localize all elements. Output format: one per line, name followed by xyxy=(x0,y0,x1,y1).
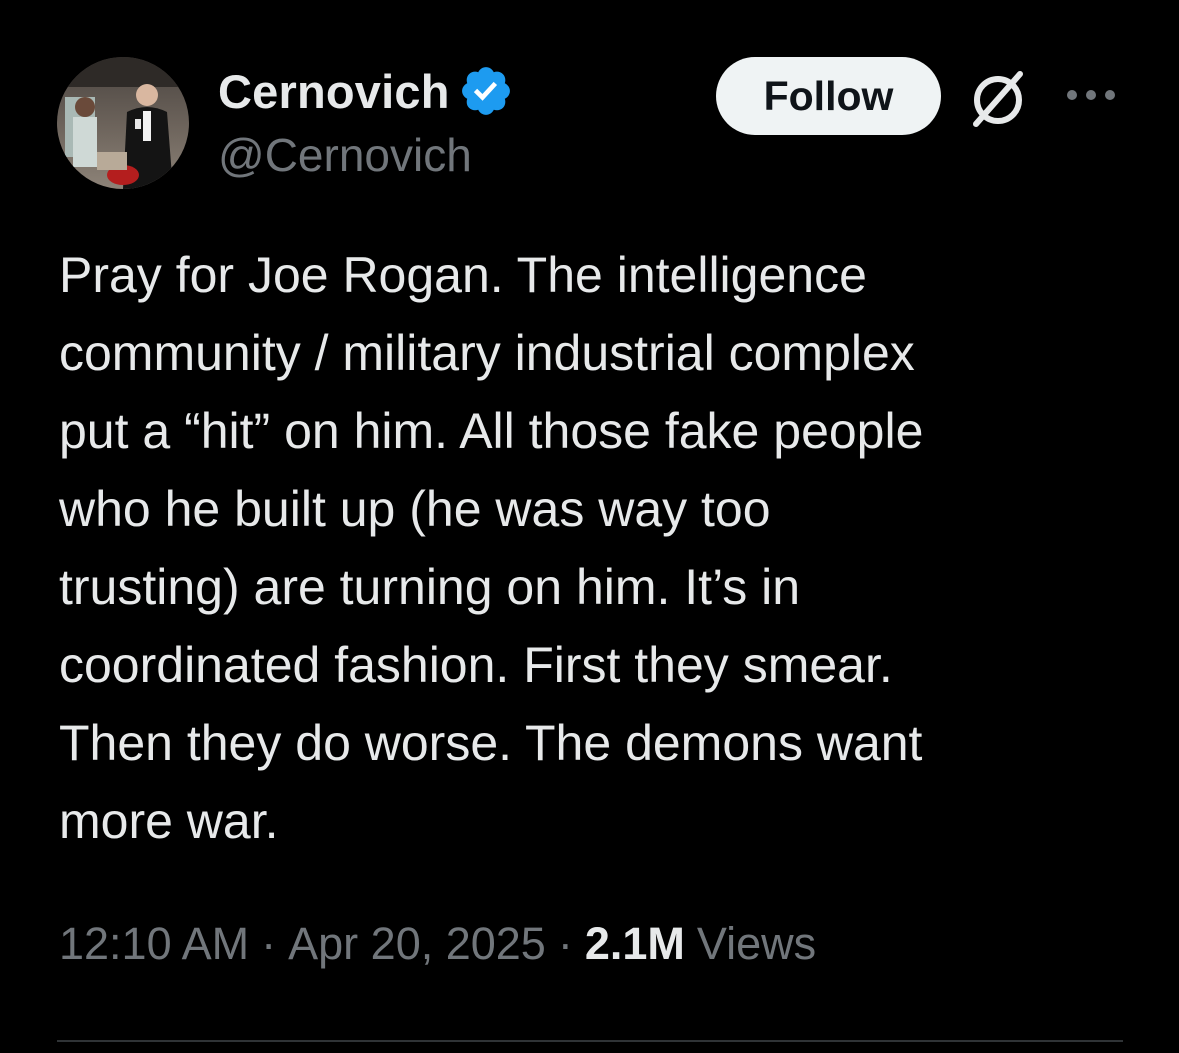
tweet-date[interactable]: Apr 20, 2025 xyxy=(288,918,546,970)
grok-icon[interactable] xyxy=(966,66,1030,130)
avatar[interactable] xyxy=(57,57,189,189)
tweet-detail: Cernovich @Cernovich Follow Pray for Joe… xyxy=(0,0,1179,1053)
views-count[interactable]: 2.1M xyxy=(585,918,685,970)
divider xyxy=(57,1040,1123,1042)
display-name[interactable]: Cernovich xyxy=(218,64,450,119)
tweet-text: Pray for Joe Rogan. The intelligence com… xyxy=(59,247,924,849)
follow-button[interactable]: Follow xyxy=(716,57,941,135)
avatar-photo xyxy=(57,57,189,189)
user-handle[interactable]: @Cernovich xyxy=(218,128,472,182)
separator-dot: · xyxy=(557,918,573,969)
name-row: Cernovich xyxy=(218,62,514,120)
verified-badge-icon[interactable] xyxy=(458,63,514,119)
tweet-time[interactable]: 12:10 AM xyxy=(59,918,249,970)
more-options-icon[interactable] xyxy=(1064,80,1118,110)
separator-dot: · xyxy=(261,918,277,969)
views-label: Views xyxy=(696,918,817,969)
tweet-meta: 12:10 AM · Apr 20, 2025 · 2.1M Views xyxy=(59,918,816,970)
